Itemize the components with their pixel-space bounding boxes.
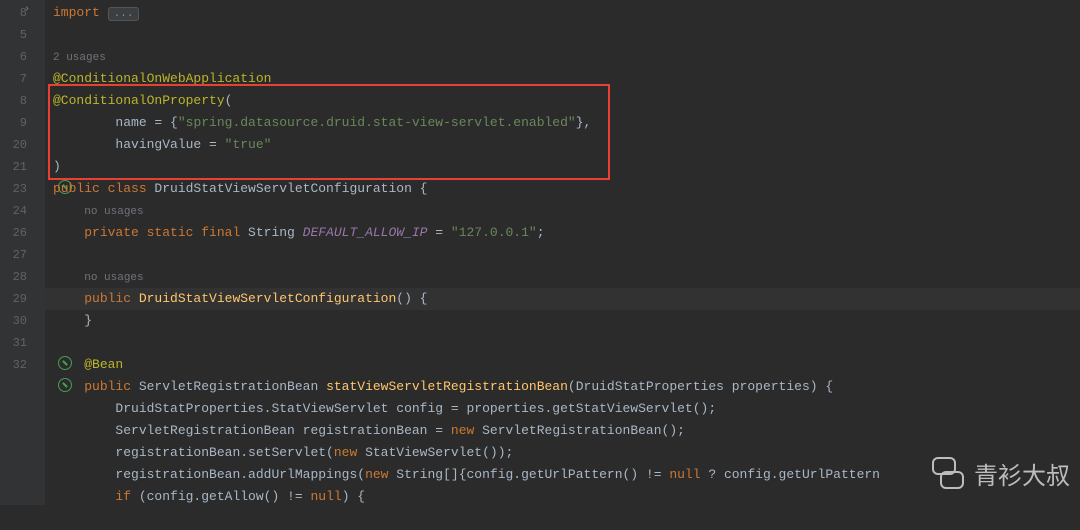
line-number: 5 — [0, 24, 27, 46]
string-literal: "spring.datasource.druid.stat-view-servl… — [178, 115, 576, 130]
usages-hint: 2 usages — [53, 52, 106, 64]
line-number: 6 — [0, 46, 27, 68]
code-line[interactable]: @ConditionalOnWebApplication — [45, 68, 1080, 90]
keyword: if — [115, 489, 138, 504]
code-line[interactable]: @Bean — [45, 354, 1080, 376]
code-line[interactable]: havingValue = "true" — [45, 134, 1080, 156]
line-number: 20 — [0, 134, 27, 156]
code-editor[interactable]: 8 5 6 7 8 9 20 21 23 24 26 27 28 29 30 3… — [0, 0, 1080, 505]
line-number: 8 — [0, 2, 27, 24]
statement: ) { — [342, 489, 365, 504]
op: = — [427, 225, 450, 240]
code-line[interactable] — [45, 508, 1080, 530]
code-line[interactable]: ServletRegistrationBean registrationBean… — [45, 420, 1080, 442]
semicolon: ; — [537, 225, 545, 240]
line-number: 21 — [0, 156, 27, 178]
line-number: 32 — [0, 354, 27, 376]
attr-name: name = { — [115, 115, 177, 130]
code-line[interactable]: registrationBean.setServlet(new StatView… — [45, 442, 1080, 464]
code-line[interactable] — [45, 24, 1080, 46]
code-line[interactable]: private static final String DEFAULT_ALLO… — [45, 222, 1080, 244]
code-line[interactable]: DruidStatProperties.StatViewServlet conf… — [45, 398, 1080, 420]
statement: ServletRegistrationBean(); — [482, 423, 685, 438]
keyword: null — [310, 489, 341, 504]
code-line[interactable] — [45, 332, 1080, 354]
param-type: DruidStatProperties — [576, 379, 732, 394]
brace: { — [412, 181, 428, 196]
keyword: public class — [53, 181, 154, 196]
line-number: 29 — [0, 288, 27, 310]
keyword: public — [84, 379, 139, 394]
brace: } — [84, 313, 92, 328]
code-line[interactable]: name = {"spring.datasource.druid.stat-vi… — [45, 112, 1080, 134]
statement: ? config.getUrlPattern — [701, 467, 880, 482]
code-line[interactable]: ) — [45, 156, 1080, 178]
keyword: private static final — [84, 225, 248, 240]
class-name: DruidStatViewServletConfiguration — [154, 181, 411, 196]
string-literal: "true" — [225, 137, 272, 152]
line-number: 27 — [0, 244, 27, 266]
line-number: 7 — [0, 68, 27, 90]
method-name: statViewServletRegistrationBean — [326, 379, 568, 394]
code-line[interactable]: public ServletRegistrationBean statViewS… — [45, 376, 1080, 398]
code-line-current[interactable]: public DruidStatViewServletConfiguration… — [45, 288, 1080, 310]
string-literal: "127.0.0.1" — [451, 225, 537, 240]
usages-hint: no usages — [84, 206, 143, 218]
keyword: import — [53, 5, 100, 20]
code-line[interactable]: public class DruidStatViewServletConfigu… — [45, 178, 1080, 200]
line-number: 8 — [0, 90, 27, 112]
paren: ) — [53, 159, 61, 174]
fold-badge[interactable]: ... — [108, 7, 140, 21]
statement: DruidStatProperties.StatViewServlet conf… — [115, 401, 716, 416]
line-number: 9 — [0, 112, 27, 134]
code-line[interactable]: no usages — [45, 200, 1080, 222]
code-line[interactable]: no usages — [45, 266, 1080, 288]
return-type: ServletRegistrationBean — [139, 379, 326, 394]
statement: StatViewServlet()); — [365, 445, 513, 460]
statement: registrationBean.addUrlMappings( — [115, 467, 365, 482]
keyword: new — [365, 467, 396, 482]
line-numbers: 8 5 6 7 8 9 20 21 23 24 26 27 28 29 30 3… — [0, 2, 45, 376]
code-line[interactable]: @ConditionalOnProperty( — [45, 90, 1080, 112]
paren: ) { — [810, 379, 833, 394]
fold-chevron-icon[interactable]: › — [24, 4, 30, 15]
statement: (config.getAllow() != — [139, 489, 311, 504]
line-number: 28 — [0, 266, 27, 288]
code-line[interactable]: 2 usages — [45, 46, 1080, 68]
statement: String[]{config.getUrlPattern() != — [396, 467, 669, 482]
attr-name: havingValue = — [115, 137, 224, 152]
line-number: 31 — [0, 332, 27, 354]
code-line[interactable] — [45, 244, 1080, 266]
signature: () { — [396, 291, 427, 306]
line-number: 23 — [0, 178, 27, 200]
code-area[interactable]: import ... 2 usages @ConditionalOnWebApp… — [45, 0, 1080, 505]
param-name: properties — [732, 379, 810, 394]
keyword: new — [451, 423, 482, 438]
statement: ServletRegistrationBean registrationBean… — [115, 423, 450, 438]
code-line[interactable]: } — [45, 310, 1080, 332]
gutter: 8 5 6 7 8 9 20 21 23 24 26 27 28 29 30 3… — [0, 0, 45, 505]
paren: ( — [568, 379, 576, 394]
code-line[interactable]: registrationBean.addUrlMappings(new Stri… — [45, 464, 1080, 486]
annotation: @Bean — [84, 357, 123, 372]
code-line[interactable]: import ... — [45, 2, 1080, 24]
line-number: 24 — [0, 200, 27, 222]
line-number: 26 — [0, 222, 27, 244]
keyword: new — [334, 445, 365, 460]
keyword: public — [84, 291, 139, 306]
keyword: null — [669, 467, 700, 482]
usages-hint: no usages — [84, 272, 143, 284]
annotation: @ConditionalOnWebApplication — [53, 71, 271, 86]
line-number: 30 — [0, 310, 27, 332]
statement: registrationBean.setServlet( — [115, 445, 333, 460]
field-name: DEFAULT_ALLOW_IP — [303, 225, 428, 240]
attr-close: }, — [576, 115, 592, 130]
paren: ( — [225, 93, 233, 108]
type: String — [248, 225, 303, 240]
constructor-name: DruidStatViewServletConfiguration — [139, 291, 396, 306]
annotation: @ConditionalOnProperty — [53, 93, 225, 108]
